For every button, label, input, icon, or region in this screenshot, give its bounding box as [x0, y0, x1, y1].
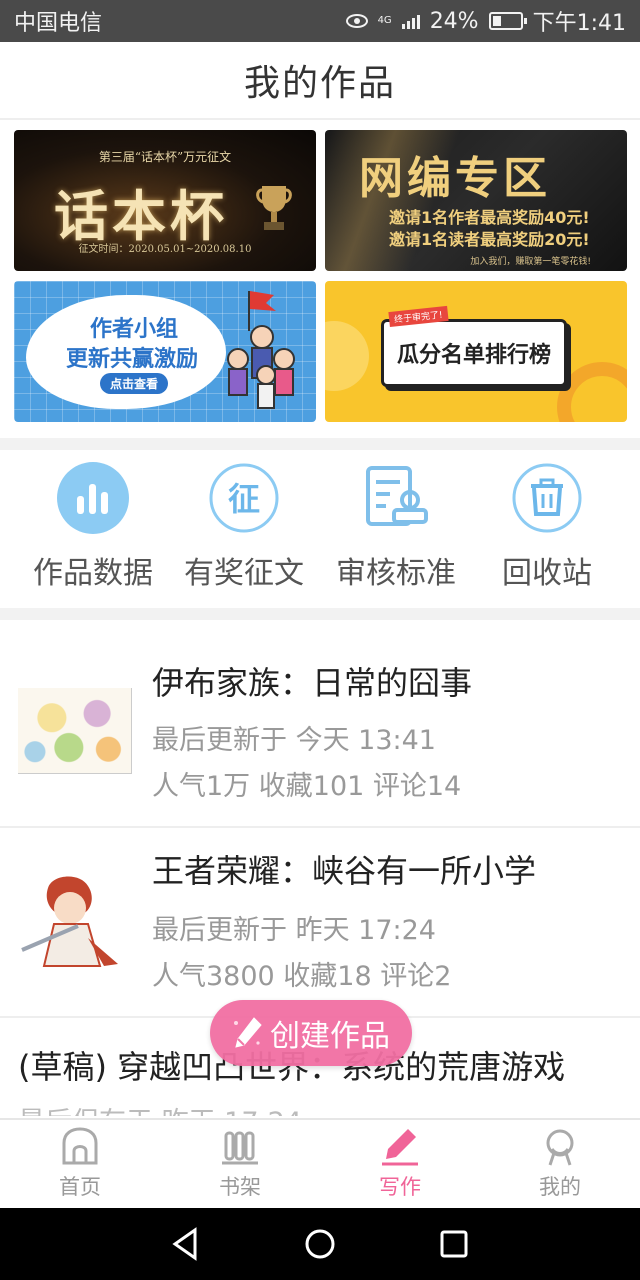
function-label: 审核标准 — [336, 556, 456, 591]
section-divider — [0, 608, 640, 620]
work-cover-image — [18, 868, 132, 980]
bottom-tab-bar: 首页 书架 写作 我的 — [0, 1118, 640, 1208]
work-stats: 人气3800 收藏18 评论2 — [152, 961, 452, 992]
carrier-label: 中国电信 — [14, 11, 103, 36]
work-updated: 最后保存于 昨天 17:24 — [18, 1100, 302, 1116]
home-icon — [62, 1127, 98, 1165]
function-works-data[interactable]: 作品数据 — [18, 462, 168, 592]
pen-icon — [382, 1129, 418, 1166]
tab-label: 书架 — [219, 1175, 261, 1199]
svg-text:征: 征 — [228, 480, 260, 518]
work-item[interactable]: 伊布家族：日常的囧事 最后更新于 今天 13:41 人气1万 收藏101 评论1… — [0, 648, 640, 828]
banner-huaben-subtitle: 第三届“话本杯”万元征文 — [98, 150, 232, 164]
trophy-icon — [256, 186, 292, 230]
back-icon[interactable] — [171, 1227, 201, 1261]
profile-icon — [546, 1129, 574, 1166]
recents-icon[interactable] — [439, 1229, 469, 1259]
work-cover-image — [18, 688, 132, 774]
function-review-standard[interactable]: 审核标准 — [321, 462, 471, 592]
banner-view-button[interactable]: 点击查看 — [100, 373, 169, 394]
function-contest[interactable]: 征 有奖征文 — [169, 462, 319, 592]
clock: 下午1:41 — [532, 11, 626, 36]
eye-comfort-icon — [345, 14, 368, 28]
tab-home[interactable]: 首页 — [0, 1120, 160, 1208]
banner-ranking[interactable]: 瓜分名单排行榜 终于审完了! — [325, 281, 627, 422]
tab-label: 首页 — [59, 1175, 101, 1199]
system-nav-bar — [0, 1208, 640, 1280]
tab-bookshelf[interactable]: 书架 — [160, 1120, 320, 1208]
tab-label: 我的 — [539, 1175, 581, 1199]
work-item[interactable]: 王者荣耀：峡谷有一所小学 最后更新于 昨天 17:24 人气3800 收藏18 … — [0, 828, 640, 1018]
banner-huaben-cup[interactable]: 第三届“话本杯”万元征文 话本杯 征文时间：2020.05.01~2020.08… — [14, 130, 316, 271]
work-title: 伊布家族：日常的囧事 — [152, 664, 473, 702]
create-work-label: 创建作品 — [270, 1019, 390, 1054]
banner-editor-title: 网编专区 — [359, 153, 551, 204]
function-label: 回收站 — [502, 556, 592, 591]
bar-chart-icon — [57, 462, 129, 534]
status-bar: 中国电信 4G 24% 下午1:41 — [0, 0, 640, 42]
page-title: 我的作品 — [243, 63, 396, 104]
banner-editor-footer: 加入我们，赚取第一笔零花钱! — [470, 257, 591, 267]
pencil-icon — [234, 1017, 262, 1048]
tab-write[interactable]: 写作 — [320, 1120, 480, 1208]
banner-decoration — [325, 321, 369, 391]
work-updated: 最后更新于 昨天 17:24 — [152, 915, 436, 946]
work-title: 王者荣耀：峡谷有一所小学 — [152, 852, 537, 890]
function-label: 作品数据 — [33, 556, 153, 591]
section-divider — [0, 438, 640, 450]
trash-icon — [511, 462, 583, 534]
banner-author-line2: 更新共赢激励 — [66, 347, 199, 372]
banner-decoration — [557, 362, 627, 422]
banner-ranking-card: 瓜分名单排行榜 — [381, 319, 567, 387]
banner-author-group[interactable]: 作者小组 更新共赢激励 点击查看 — [14, 281, 316, 422]
battery-percent: 24% — [429, 8, 479, 34]
tab-label: 写作 — [379, 1175, 421, 1199]
banner-grid: 第三届“话本杯”万元征文 话本杯 征文时间：2020.05.01~2020.08… — [14, 130, 627, 422]
tab-profile[interactable]: 我的 — [480, 1120, 640, 1208]
contest-icon: 征 — [208, 462, 280, 534]
battery-icon — [488, 12, 527, 30]
work-updated: 最后更新于 今天 13:41 — [152, 725, 436, 756]
banner-editor-line2: 邀请1名读者最高奖励20元! — [389, 230, 590, 249]
title-bar: 我的作品 — [0, 42, 640, 120]
banner-huaben-date: 征文时间：2020.05.01~2020.08.10 — [78, 244, 252, 255]
network-type-label: 4G — [377, 15, 392, 26]
banner-author-line1: 作者小组 — [90, 317, 179, 342]
banner-editor-zone[interactable]: 网编专区 邀请1名作者最高奖励40元! 邀请1名读者最高奖励20元! 加入我们，… — [325, 130, 627, 271]
banner-ranking-title: 瓜分名单排行榜 — [396, 343, 551, 368]
signal-bars-icon — [401, 13, 420, 29]
function-label: 有奖征文 — [184, 556, 304, 591]
status-indicators: 4G 24% 下午1:41 — [345, 5, 626, 37]
bookshelf-icon — [222, 1131, 258, 1165]
function-row: 作品数据 征 有奖征文 审核标准 回收站 — [0, 462, 640, 602]
create-work-button[interactable]: 创建作品 — [210, 1000, 412, 1066]
banner-editor-line1: 邀请1名作者最高奖励40元! — [389, 208, 590, 227]
work-stats: 人气1万 收藏101 评论14 — [152, 771, 462, 802]
home-circle-icon[interactable] — [304, 1228, 336, 1260]
kids-illustration — [227, 291, 295, 409]
review-standard-icon — [360, 462, 432, 534]
function-recycle-bin[interactable]: 回收站 — [472, 462, 622, 592]
